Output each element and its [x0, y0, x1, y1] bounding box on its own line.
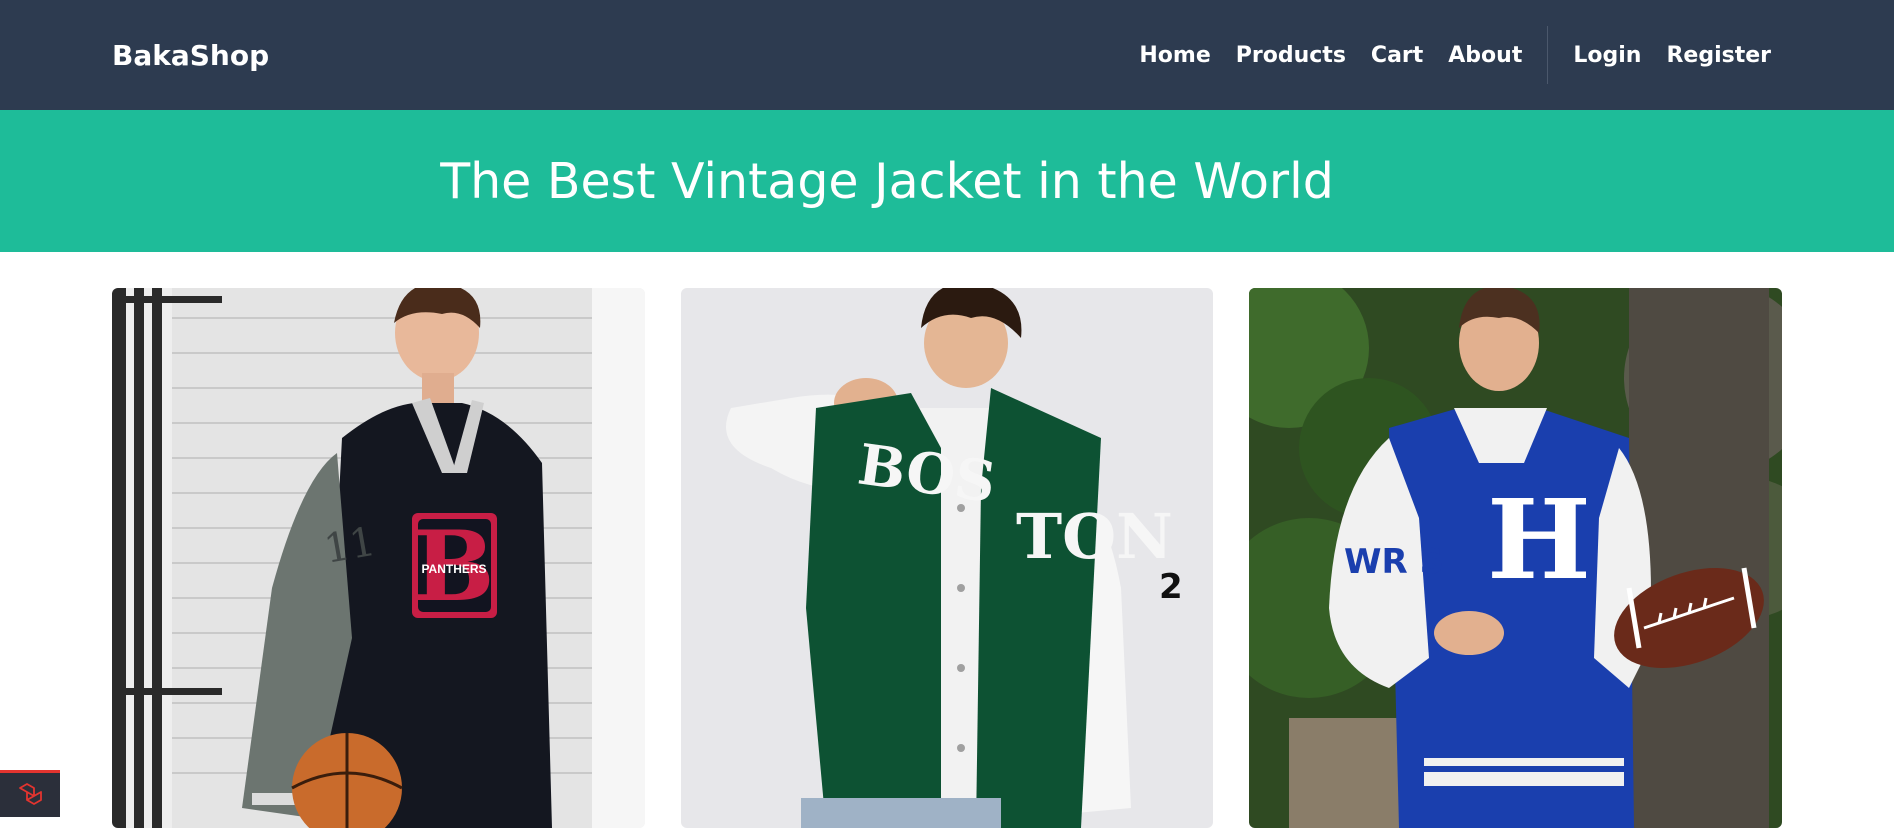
top-navbar: BakaShop Home Products Cart About Login …	[0, 0, 1894, 110]
product-image: B PANTHERS 11	[112, 288, 645, 828]
laravel-logo-icon	[19, 783, 42, 805]
jacket-letter-patch: B PANTHERS	[412, 510, 497, 623]
sleeve-number: 2	[1159, 567, 1183, 607]
sleeve-text: WR S	[1344, 542, 1444, 582]
brand-logo[interactable]: BakaShop	[112, 39, 269, 72]
nav-link-products[interactable]: Products	[1236, 43, 1346, 68]
nav-link-home[interactable]: Home	[1139, 43, 1210, 68]
nav-link-cart[interactable]: Cart	[1371, 43, 1423, 68]
nav-divider	[1547, 26, 1549, 84]
jacket-letter: H	[1487, 475, 1591, 604]
nav-link-about[interactable]: About	[1448, 43, 1522, 68]
product-card[interactable]: WR S H	[1249, 288, 1783, 828]
jacket-letter-patch: H	[1487, 475, 1591, 604]
product-image: 2 BOS TON	[680, 288, 1214, 828]
nav-link-register[interactable]: Register	[1666, 43, 1771, 68]
main-nav: Home Products Cart About	[1139, 43, 1522, 68]
hero-title: The Best Vintage Jacket in the World	[440, 152, 1334, 210]
product-grid: B PANTHERS 11 2 BOS TON WR S H	[0, 288, 1894, 828]
jacket-patch-text: PANTHERS	[421, 562, 486, 576]
laravel-debug-badge[interactable]	[0, 770, 60, 817]
product-image: WR S H	[1249, 288, 1783, 828]
product-card[interactable]: 2 BOS TON	[680, 288, 1214, 828]
product-card[interactable]: B PANTHERS 11	[112, 288, 645, 828]
jacket-text-right: TON	[1016, 500, 1173, 573]
nav-right: Home Products Cart About Login Register	[1139, 26, 1771, 84]
sleeve-number: 11	[321, 519, 379, 573]
hero-banner: The Best Vintage Jacket in the World	[0, 110, 1894, 252]
nav-link-login[interactable]: Login	[1573, 43, 1641, 68]
auth-nav: Login Register	[1573, 43, 1771, 68]
